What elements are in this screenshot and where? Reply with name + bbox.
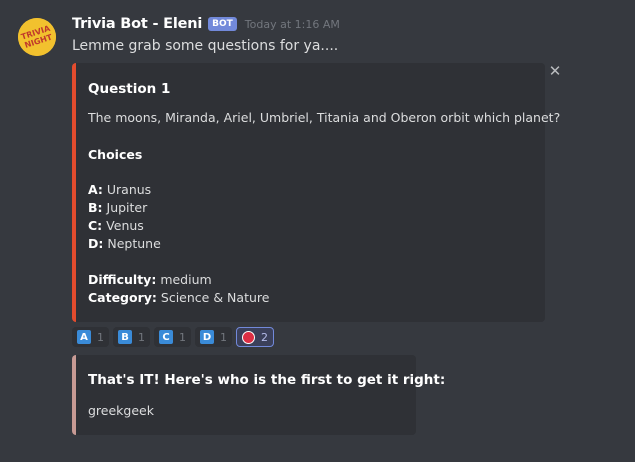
result-title: That's IT! Here's who is the first to ge… [88,372,446,388]
regional-indicator-b-icon: B [118,330,132,344]
reaction-count: 2 [261,330,268,344]
reaction-count: 1 [138,330,145,344]
bot-tag: BOT [208,17,237,31]
reaction-count: 1 [97,330,104,344]
winner-name: greekgeek [88,403,154,418]
difficulty: Difficulty: medium [88,272,212,287]
result-embed: That's IT! Here's who is the first to ge… [72,355,445,435]
choices-heading: Choices [88,147,143,162]
regional-indicator-c-icon: C [159,330,173,344]
reaction-count: 1 [179,330,186,344]
reaction-a[interactable]: A 1 [72,327,109,347]
bot-avatar[interactable]: TRIVIA NIGHT [18,18,56,56]
choice-a: A: Uranus [88,182,152,197]
regional-indicator-d-icon: D [200,330,214,344]
username[interactable]: Trivia Bot - Eleni [72,16,202,32]
reaction-b[interactable]: B 1 [113,327,150,347]
choice-d: D: Neptune [88,236,161,251]
question-text: The moons, Miranda, Ariel, Umbriel, Tita… [88,110,561,125]
reaction-d[interactable]: D 1 [195,327,232,347]
embed-title: Question 1 [88,81,171,97]
choice-c: C: Venus [88,218,144,233]
choice-b: B: Jupiter [88,200,148,215]
reaction-c[interactable]: C 1 [154,327,191,347]
remove-embed-close-icon[interactable]: ✕ [548,64,562,79]
regional-indicator-a-icon: A [77,330,91,344]
reactions-bar: A 1 B 1 C 1 D 1 2 [72,327,274,347]
category: Category: Science & Nature [88,290,270,305]
timestamp[interactable]: Today at 1:16 AM [245,18,340,31]
message-header: Trivia Bot - Eleni BOT Today at 1:16 AM [72,14,340,34]
reaction-count: 1 [220,330,227,344]
question-embed: Question 1 The moons, Miranda, Ariel, Um… [72,63,560,322]
red-circle-icon [242,330,255,344]
trivia-night-logo-icon: TRIVIA NIGHT [18,18,56,56]
reaction-red-circle[interactable]: 2 [236,327,274,347]
message-text: Lemme grab some questions for ya.... [72,38,339,54]
